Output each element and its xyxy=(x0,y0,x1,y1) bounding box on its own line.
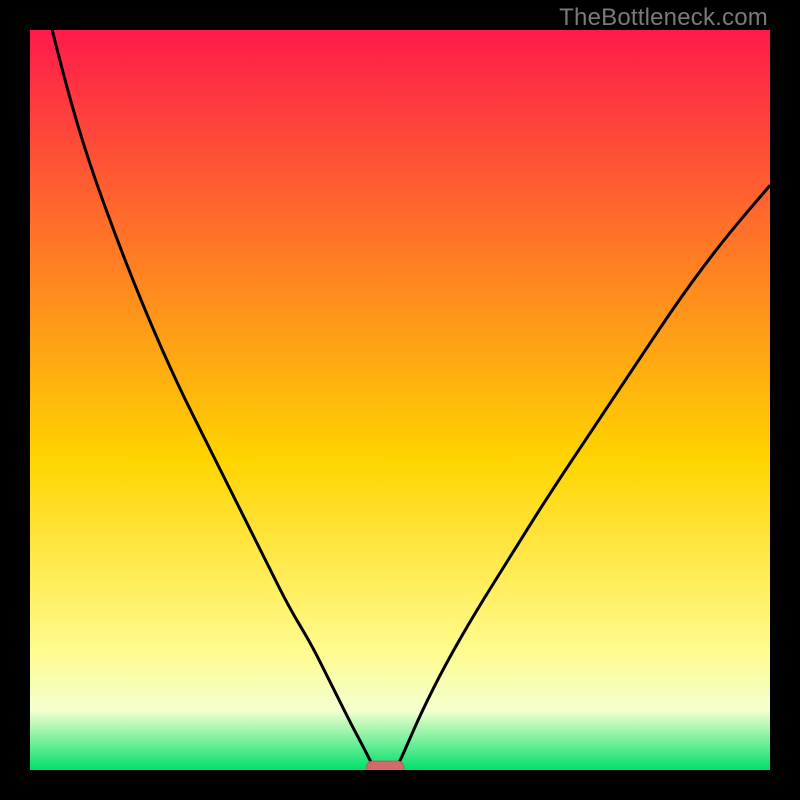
gradient-background xyxy=(30,30,770,770)
bottleneck-chart xyxy=(30,30,770,770)
chart-frame xyxy=(30,30,770,770)
watermark-text: TheBottleneck.com xyxy=(559,4,768,32)
optimal-point-marker xyxy=(367,761,404,770)
